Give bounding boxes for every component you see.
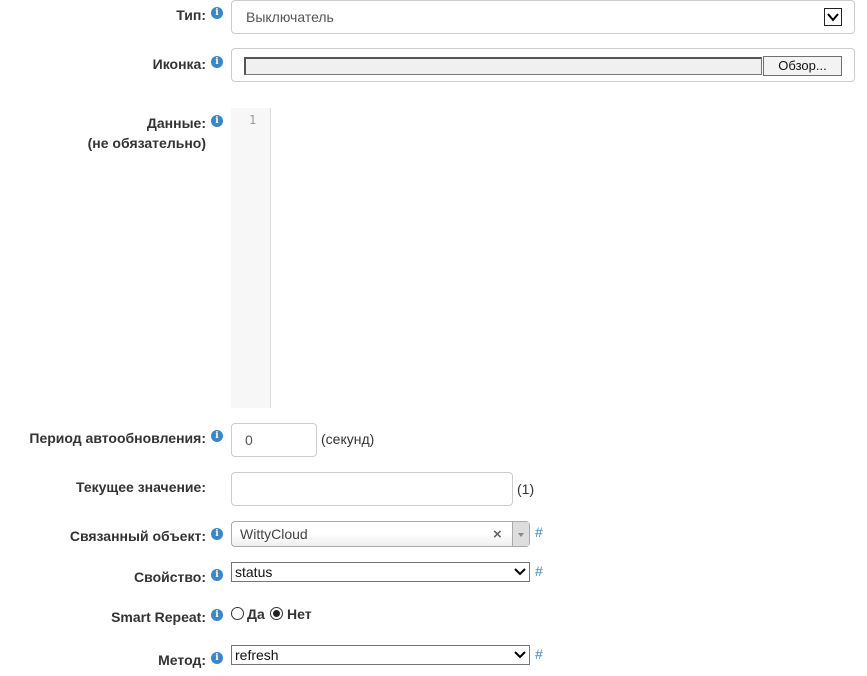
- info-icon[interactable]: i: [211, 430, 223, 442]
- icon-file-container: Обзор...: [231, 48, 855, 82]
- clear-icon[interactable]: ×: [493, 526, 502, 543]
- property-link[interactable]: #: [535, 563, 543, 579]
- autoupdate-label: Период автообновления: i: [29, 428, 223, 448]
- chevron-down-icon: [518, 533, 524, 537]
- linked-object-select[interactable]: WittyCloud ×: [231, 521, 530, 547]
- linked-object-value: WittyCloud: [240, 526, 308, 542]
- method-label: Метод: i: [158, 650, 223, 670]
- method-value: refresh: [235, 647, 279, 663]
- info-icon[interactable]: i: [211, 528, 223, 540]
- current-value-label: Текущее значение:: [76, 479, 206, 495]
- line-number: 1: [249, 113, 257, 127]
- dropdown-toggle[interactable]: [512, 522, 529, 546]
- autoupdate-value: 0: [245, 432, 253, 448]
- linked-object-label: Связанный объект: i: [70, 526, 223, 546]
- current-value-note: (1): [517, 481, 535, 497]
- property-value: status: [235, 564, 273, 580]
- chevron-down-icon: [513, 563, 527, 581]
- icon-label: Иконка: i: [153, 54, 223, 74]
- linked-object-link[interactable]: #: [535, 524, 543, 540]
- radio-no-label: Нет: [287, 606, 312, 622]
- radio-yes-label: Да: [247, 606, 265, 622]
- code-editor[interactable]: 1: [231, 108, 855, 408]
- method-select[interactable]: refresh: [231, 645, 530, 665]
- editor-gutter: 1: [231, 108, 271, 408]
- type-select-value: Выключатель: [246, 9, 334, 25]
- data-optional-note: (не обязательно): [87, 135, 206, 151]
- method-link[interactable]: #: [535, 646, 543, 662]
- autoupdate-input[interactable]: 0: [231, 423, 317, 457]
- info-icon[interactable]: i: [211, 569, 223, 581]
- info-icon[interactable]: i: [211, 609, 223, 621]
- info-icon[interactable]: i: [211, 115, 223, 127]
- file-path-input[interactable]: [244, 57, 762, 75]
- chevron-down-icon: [513, 646, 527, 664]
- smart-repeat-label: Smart Repeat: i: [111, 607, 223, 627]
- autoupdate-unit: (секунд): [321, 431, 375, 447]
- chevron-down-icon[interactable]: [824, 8, 842, 26]
- type-label: Тип: i: [176, 5, 223, 25]
- info-icon[interactable]: i: [211, 7, 223, 19]
- browse-button-label: Обзор...: [778, 58, 827, 73]
- browse-button[interactable]: Обзор...: [763, 56, 842, 76]
- radio-yes[interactable]: [231, 607, 244, 620]
- data-label: Данные: i: [147, 113, 223, 133]
- current-value-input[interactable]: [231, 472, 513, 506]
- radio-no[interactable]: [270, 607, 283, 620]
- info-icon[interactable]: i: [211, 652, 223, 664]
- property-select[interactable]: status: [231, 562, 530, 582]
- info-icon[interactable]: i: [211, 56, 223, 68]
- property-label: Свойство: i: [134, 567, 223, 587]
- type-select[interactable]: Выключатель: [231, 0, 855, 34]
